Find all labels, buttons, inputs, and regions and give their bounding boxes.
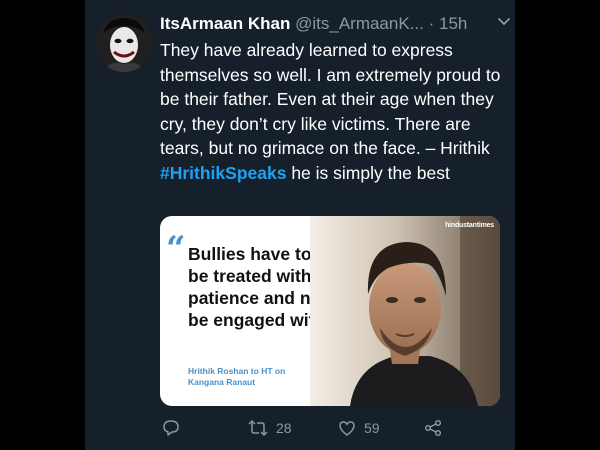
- share-button[interactable]: [424, 415, 442, 441]
- tweet-text-body: They have already learned to express the…: [160, 40, 501, 158]
- display-name[interactable]: ItsArmaan Khan: [160, 14, 290, 33]
- retweet-button[interactable]: 28: [248, 415, 292, 441]
- tweet-header: ItsArmaan Khan @its_ArmaanK... · 15h: [160, 13, 500, 35]
- hashtag-link[interactable]: #HrithikSpeaks: [160, 163, 286, 183]
- like-count: 59: [364, 420, 380, 436]
- card-quote: Bullies have to be treated with patience…: [188, 244, 328, 330]
- heart-icon: [338, 419, 356, 437]
- portrait-photo: [310, 216, 500, 406]
- user-handle[interactable]: @its_ArmaanK...: [295, 14, 424, 33]
- like-button[interactable]: 59: [338, 415, 380, 441]
- card-attribution: Hrithik Roshan to HT on Kangana Ranaut: [188, 366, 286, 387]
- tweet-text-tail: he is simply the best: [286, 162, 450, 183]
- retweet-count: 28: [276, 420, 292, 436]
- avatar[interactable]: [95, 14, 153, 72]
- media-card[interactable]: “ Bullies have to be treated with patien…: [160, 216, 500, 406]
- quote-mark-icon: “: [166, 229, 186, 269]
- separator-dot: ·: [428, 14, 435, 33]
- tweet-actions: 28 59: [160, 415, 500, 443]
- brand-logo: hindustantimes: [445, 222, 494, 229]
- reply-button[interactable]: [162, 415, 180, 441]
- share-icon: [424, 419, 442, 437]
- timestamp[interactable]: 15h: [439, 14, 467, 33]
- chevron-down-icon[interactable]: [497, 14, 511, 28]
- reply-icon: [162, 419, 180, 437]
- retweet-icon: [248, 419, 268, 437]
- tweet-text: They have already learned to express the…: [160, 38, 505, 185]
